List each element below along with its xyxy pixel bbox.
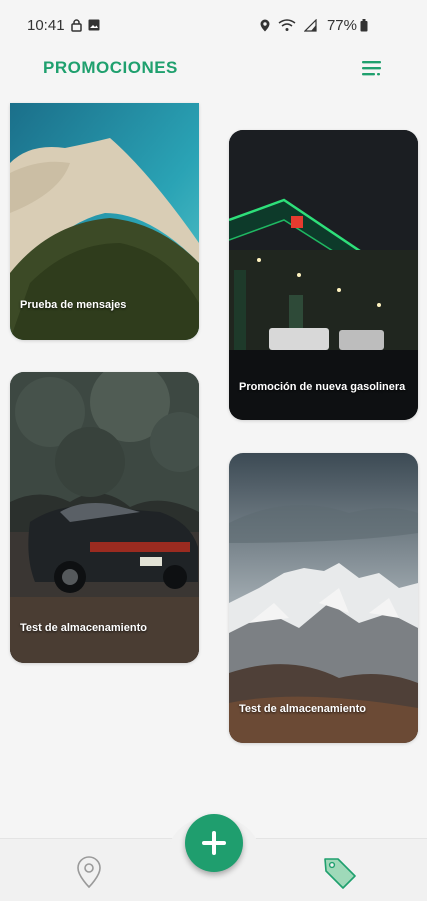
location-icon: [260, 19, 270, 32]
location-pin-icon: [77, 856, 101, 889]
signal-icon: [304, 19, 317, 32]
card-title: Test de almacenamiento: [20, 622, 147, 634]
snowy-mountains-image: [229, 453, 418, 743]
promotion-card[interactable]: Prueba de mensajes: [10, 103, 199, 340]
promotion-card[interactable]: Promoción de nueva gasolinera: [229, 130, 418, 420]
filter-menu-icon: [362, 61, 381, 76]
promotion-card[interactable]: Test de almacenamiento: [10, 372, 199, 663]
gas-station-night-image: [229, 130, 418, 420]
card-title: Promoción de nueva gasolinera: [239, 381, 406, 393]
promotion-card[interactable]: Test de almacenamiento: [229, 453, 418, 743]
wifi-icon: [278, 19, 296, 31]
filter-menu-button[interactable]: [360, 57, 384, 81]
card-title: Prueba de mensajes: [20, 299, 127, 311]
status-time: 10:41: [27, 17, 65, 34]
card-title: Test de almacenamiento: [239, 703, 366, 715]
app-header: PROMOCIONES: [0, 54, 427, 99]
add-promotion-button[interactable]: [185, 814, 243, 872]
sports-car-forest-image: [10, 372, 199, 663]
battery-icon: [360, 19, 368, 32]
tag-icon: [324, 858, 356, 889]
lock-icon: [71, 19, 82, 32]
plus-icon: [202, 831, 226, 855]
battery-percent: 77%: [326, 17, 357, 34]
nav-location-button[interactable]: [74, 855, 104, 889]
nav-promotions-button[interactable]: [322, 855, 358, 889]
page-title: PROMOCIONES: [43, 58, 178, 77]
image-icon: [88, 19, 100, 31]
status-bar: 10:41 77%: [0, 0, 427, 54]
